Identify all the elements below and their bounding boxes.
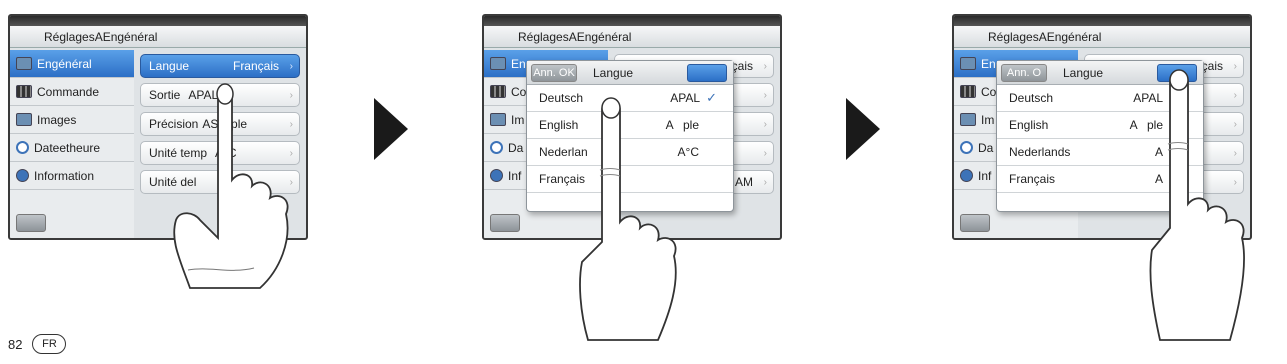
language-badge: FR — [32, 334, 67, 354]
info-icon — [16, 169, 29, 182]
option-deutsch[interactable]: Deutsch APAL ✓ — [527, 85, 733, 112]
screen-step-1: RéglagesAEngénéral Engénéral Commande Im… — [8, 14, 308, 240]
dialog-title: Langue — [593, 65, 634, 80]
row-output[interactable]: Sortie APAL › — [140, 83, 300, 107]
sidebar-item-images[interactable]: Images — [10, 106, 134, 134]
row-precision[interactable]: Précision ASimple › — [140, 112, 300, 136]
page-footer: 82 FR — [8, 334, 67, 354]
chevron-right-icon: › — [1233, 176, 1237, 188]
status-bar — [484, 16, 780, 26]
language-dialog: Ann. OK Langue Deutsch APAL ✓ English A … — [526, 60, 734, 212]
sidebar-item-information[interactable]: Information — [10, 162, 134, 190]
breadcrumb: RéglagesAEngénéral — [954, 26, 1250, 48]
chevron-right-icon: › — [1233, 89, 1237, 101]
cancel-button[interactable]: Ann. OK — [531, 63, 577, 82]
dialog-header: Ann. OK Langue — [527, 61, 733, 85]
chevron-right-icon: › — [289, 176, 293, 188]
image-icon — [16, 113, 32, 126]
settings-icon — [960, 57, 976, 70]
checkmark-icon: ✓ — [706, 90, 717, 105]
sidebar-item-date-time[interactable]: Dateetheure — [10, 134, 134, 162]
settings-icon — [490, 57, 506, 70]
chevron-right-icon: › — [763, 89, 767, 101]
film-icon — [16, 85, 32, 98]
row-temp-unit[interactable]: Unité temp A°C › — [140, 141, 300, 165]
chevron-right-icon: › — [1233, 118, 1237, 130]
film-icon — [490, 85, 506, 98]
chevron-right-icon: › — [1233, 147, 1237, 159]
chevron-right-icon: › — [763, 60, 767, 72]
arrow-right-icon — [846, 98, 880, 160]
cancel-button[interactable]: Ann. O — [1001, 63, 1047, 82]
chevron-right-icon: › — [763, 147, 767, 159]
row-unit[interactable]: Unité del A › — [140, 170, 300, 194]
chevron-right-icon: › — [289, 60, 293, 72]
back-button[interactable] — [960, 214, 990, 232]
ok-button[interactable] — [1157, 63, 1197, 82]
breadcrumb: RéglagesAEngénéral — [10, 26, 306, 48]
screen-step-2: RéglagesAEngénéral Eng Co Im Da Inf çais… — [482, 14, 782, 240]
ok-button[interactable] — [687, 63, 727, 82]
option-francais[interactable]: Français A — [997, 166, 1203, 193]
option-nederlands[interactable]: Nederlands A — [997, 139, 1203, 166]
sidebar-item-command[interactable]: Commande — [10, 78, 134, 106]
option-english[interactable]: English A ple — [997, 112, 1203, 139]
status-bar — [954, 16, 1250, 26]
clock-icon — [490, 141, 503, 154]
image-icon — [960, 113, 976, 126]
image-icon — [490, 113, 506, 126]
chevron-right-icon: › — [763, 118, 767, 130]
dialog-title: Langue — [1063, 65, 1104, 80]
sidebar-item-general[interactable]: Engénéral — [10, 50, 134, 78]
language-dialog: Ann. O Langue Deutsch APAL English A ple… — [996, 60, 1204, 212]
clock-icon — [16, 141, 29, 154]
chevron-right-icon: › — [1233, 60, 1237, 72]
page-number: 82 — [8, 336, 23, 352]
info-icon — [960, 169, 973, 182]
breadcrumb: RéglagesAEngénéral — [484, 26, 780, 48]
option-nederlands[interactable]: Nederlan A°C — [527, 139, 733, 166]
arrow-right-icon — [374, 98, 408, 160]
back-button[interactable] — [16, 214, 46, 232]
option-deutsch[interactable]: Deutsch APAL — [997, 85, 1203, 112]
back-button[interactable] — [490, 214, 520, 232]
row-language[interactable]: Langue Français › — [140, 54, 300, 78]
chevron-right-icon: › — [289, 147, 293, 159]
screen-step-3: RéglagesAEngénéral Eng Co Im Da Inf çais… — [952, 14, 1252, 240]
info-icon — [490, 169, 503, 182]
option-english[interactable]: English A ple — [527, 112, 733, 139]
sidebar: Engénéral Commande Images Dateetheure In… — [10, 50, 134, 238]
chevron-right-icon: › — [289, 118, 293, 130]
clock-icon — [960, 141, 973, 154]
option-francais[interactable]: Français — [527, 166, 733, 193]
dialog-header: Ann. O Langue — [997, 61, 1203, 85]
settings-icon — [16, 57, 32, 70]
chevron-right-icon: › — [289, 89, 293, 101]
chevron-right-icon: › — [763, 176, 767, 188]
status-bar — [10, 16, 306, 26]
settings-list: Langue Français › Sortie APAL › Précisio… — [134, 50, 306, 238]
film-icon — [960, 85, 976, 98]
